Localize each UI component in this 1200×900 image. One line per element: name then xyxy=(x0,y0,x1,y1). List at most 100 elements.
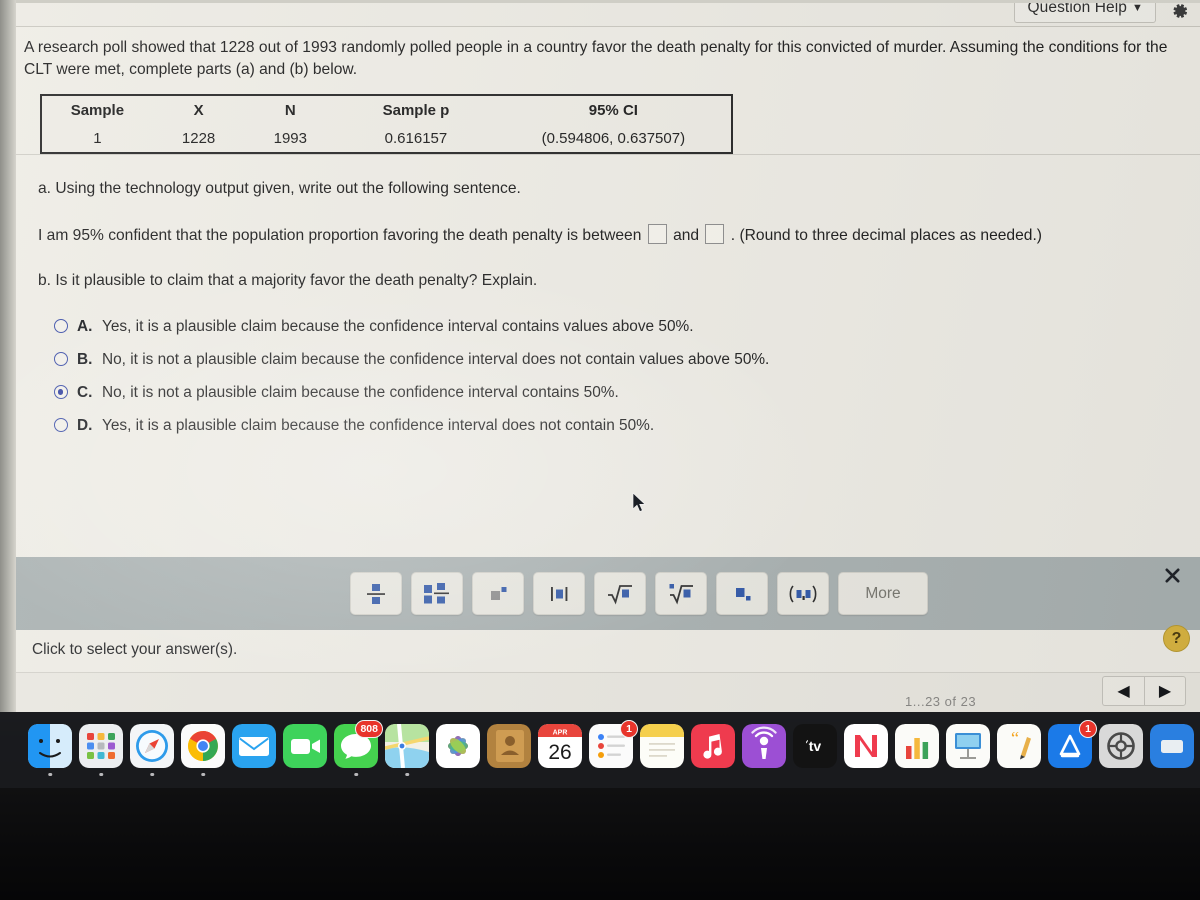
answer-choice-c[interactable]: C. No, it is not a plausible claim becau… xyxy=(54,383,1182,402)
status-bar: Click to select your answer(s). ? xyxy=(16,625,1200,672)
ordered-pair-icon xyxy=(789,584,817,603)
square-root-icon xyxy=(608,584,632,604)
cell-sample-p: 0.616157 xyxy=(384,130,448,148)
next-question-button[interactable]: ▶ xyxy=(1144,676,1186,706)
dock-item-photos[interactable] xyxy=(436,724,480,768)
help-button[interactable]: ? xyxy=(1163,625,1190,652)
column-header-ci: 95% CI xyxy=(588,102,638,120)
running-indicator xyxy=(48,772,52,776)
calendar-icon: APR 26 xyxy=(538,724,582,768)
cell-sample: 1 xyxy=(93,130,102,148)
dock-item-notes[interactable] xyxy=(640,724,684,768)
dock-item-pages[interactable]: “ xyxy=(997,724,1041,768)
radio-button-a[interactable] xyxy=(54,319,68,334)
gear-icon[interactable] xyxy=(1168,0,1190,22)
fill-suffix-text: . (Round to three decimal places as need… xyxy=(730,227,1042,245)
screen-left-bezel xyxy=(0,0,16,712)
part-b-prompt: b. Is it plausible to claim that a major… xyxy=(38,272,538,290)
svg-text:APR: APR xyxy=(553,730,568,737)
dock-item-maps[interactable] xyxy=(385,724,429,776)
dock-item-safari[interactable] xyxy=(130,724,174,776)
running-indicator xyxy=(99,772,103,776)
apple-tv-icon: tv xyxy=(793,724,837,768)
svg-text:“: “ xyxy=(1011,728,1019,748)
status-text: Click to select your answer(s). xyxy=(32,641,238,658)
more-button[interactable]: More xyxy=(838,572,928,615)
dock-item-contacts[interactable] xyxy=(487,724,531,768)
exponent-button[interactable] xyxy=(472,572,524,615)
radio-button-b[interactable] xyxy=(54,352,68,367)
answer-blank-2[interactable] xyxy=(705,224,725,245)
dock-item-launchpad[interactable] xyxy=(79,724,123,776)
dock-item-apple-tv[interactable]: tv xyxy=(793,724,837,768)
dock-item-calendar[interactable]: APR 26 xyxy=(538,724,582,768)
answer-blank-1[interactable] xyxy=(647,224,667,245)
part-a-prompt: a. Using the technology output given, wr… xyxy=(38,180,521,198)
choice-key-a: A. xyxy=(77,318,93,336)
mixed-number-icon xyxy=(424,582,449,603)
choice-text-c: No, it is not a plausible claim because … xyxy=(102,384,619,402)
dock-item-numbers[interactable] xyxy=(895,724,939,768)
app-header: Question Help ▼ xyxy=(16,0,1200,26)
notes-icon xyxy=(640,724,684,768)
absolute-value-button[interactable] xyxy=(533,572,585,615)
subscript-button[interactable] xyxy=(716,572,768,615)
square-root-button[interactable] xyxy=(594,572,646,615)
dock-item-keynote[interactable] xyxy=(946,724,990,768)
column-header-sample-p: Sample p xyxy=(382,102,450,120)
launchpad-icon xyxy=(79,724,123,768)
dock-item-facetime[interactable] xyxy=(283,724,327,768)
chrome-icon xyxy=(181,724,225,768)
dock-item-downloads[interactable] xyxy=(1150,724,1194,768)
radio-button-d[interactable] xyxy=(54,418,68,433)
dock-item-music[interactable] xyxy=(691,724,735,768)
answer-choice-a[interactable]: A. Yes, it is a plausible claim because … xyxy=(54,317,1182,336)
numbers-icon xyxy=(895,724,939,768)
keynote-icon xyxy=(946,724,990,768)
dock-item-chrome[interactable] xyxy=(181,724,225,776)
answer-choice-b[interactable]: B. No, it is not a plausible claim becau… xyxy=(54,350,1182,369)
column-header-sample: Sample xyxy=(70,102,125,120)
news-icon xyxy=(844,724,888,768)
dock-item-podcasts[interactable] xyxy=(742,724,786,768)
cell-n: 1993 xyxy=(273,130,307,148)
choice-key-d: D. xyxy=(77,417,93,435)
nth-root-icon xyxy=(669,583,693,604)
ordered-pair-button[interactable] xyxy=(777,572,829,615)
column-header-n: N xyxy=(284,102,296,120)
math-palette-bar: More xyxy=(16,557,1200,630)
exponent-icon xyxy=(491,586,507,600)
fraction-icon xyxy=(367,583,385,604)
dock-item-finder[interactable] xyxy=(28,724,72,776)
maps-icon xyxy=(385,724,429,768)
radio-button-c[interactable] xyxy=(54,385,68,400)
photo-of-laptop-screen: Question Help ▼ A research poll showed th… xyxy=(0,0,1200,900)
choice-text-b: No, it is not a plausible claim because … xyxy=(102,351,770,369)
mail-icon xyxy=(232,724,276,768)
mixed-number-button[interactable] xyxy=(411,572,463,615)
cell-ci: (0.594806, 0.637507) xyxy=(541,130,686,148)
close-icon[interactable] xyxy=(1163,566,1182,585)
question-help-button[interactable]: Question Help ▼ xyxy=(1014,0,1156,23)
navigation-bar: ◀ ▶ xyxy=(16,672,1200,712)
dock-item-app-store[interactable]: 1 xyxy=(1048,720,1097,768)
technology-output-table: Sample X N Sample p 95% CI 1 1228 1993 0… xyxy=(40,94,733,155)
question-content: A research poll showed that 1228 out of … xyxy=(16,27,1200,557)
nth-root-button[interactable] xyxy=(655,572,707,615)
answer-choice-d[interactable]: D. Yes, it is a plausible claim because … xyxy=(54,416,1182,435)
dock-item-mail[interactable] xyxy=(232,724,276,768)
part-a-sentence: I am 95% confident that the population p… xyxy=(38,224,1182,245)
running-indicator xyxy=(405,772,409,776)
downloads-icon xyxy=(1150,724,1194,768)
dock-item-system-preferences[interactable] xyxy=(1099,724,1143,768)
dock-item-messages[interactable]: 808 xyxy=(334,720,383,776)
previous-question-button[interactable]: ◀ xyxy=(1102,676,1144,706)
cell-x: 1228 xyxy=(181,130,216,148)
more-label: More xyxy=(865,584,901,602)
subscript-icon xyxy=(736,587,751,600)
fraction-button[interactable] xyxy=(350,572,402,615)
dock-area: 808 APR 26 1 tv “ 1 xyxy=(0,712,1200,788)
dock-item-news[interactable] xyxy=(844,724,888,768)
dock-item-reminders[interactable]: 1 xyxy=(589,720,638,768)
svg-text:26: 26 xyxy=(548,741,571,764)
